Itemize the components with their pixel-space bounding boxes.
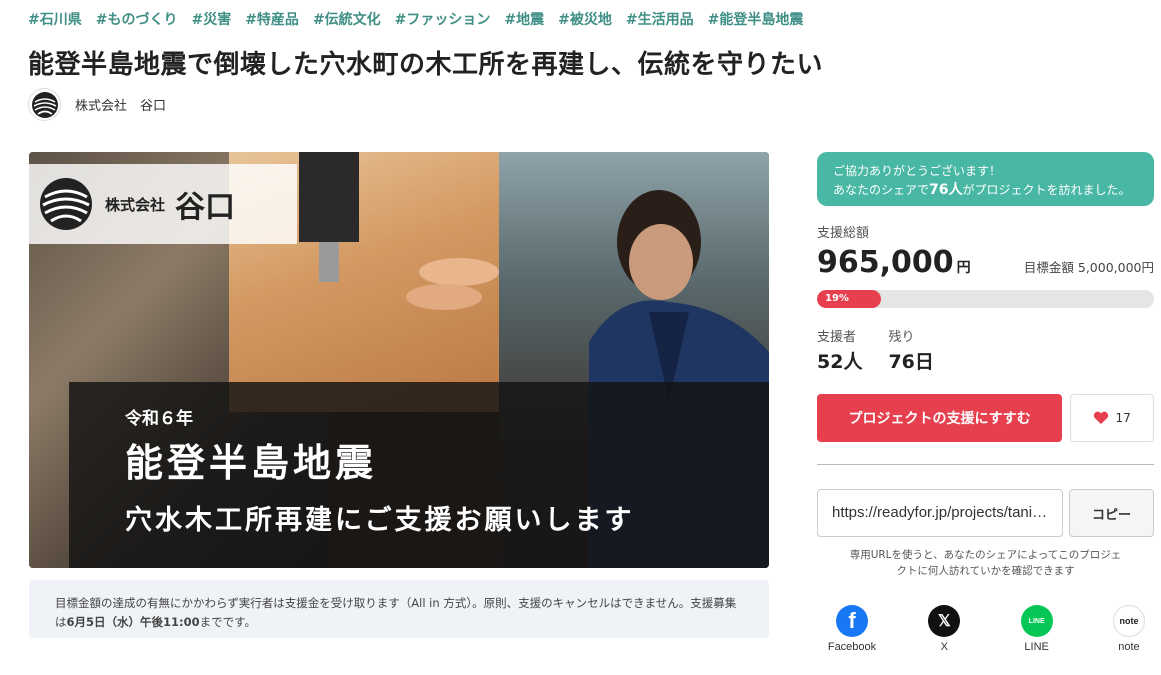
share-x[interactable]: 𝕏 X — [919, 605, 969, 653]
sns-label: X — [940, 641, 948, 653]
line-icon: LINE — [1020, 605, 1053, 637]
tag[interactable]: #生活用品 — [626, 9, 694, 29]
hero-logo: 株式会社 谷口 — [29, 164, 297, 244]
funding-notice: 目標金額の達成の有無にかかわらず実行者は支援金を受け取ります（All in 方式… — [29, 580, 769, 638]
hero-tagline: 穴水木工所再建にご支援お願いします — [125, 505, 635, 536]
amount-row: 965,000 円 目標金額 5,000,000円 — [817, 245, 1154, 280]
cta-row: プロジェクトの支援にすすむ 17 — [817, 394, 1154, 442]
currency-unit: 円 — [956, 260, 971, 276]
share-line[interactable]: LINE LINE — [1012, 605, 1062, 653]
heart-icon — [1094, 411, 1109, 424]
divider — [817, 464, 1154, 465]
avatar[interactable] — [28, 88, 61, 121]
share-thanks-banner: ご協力ありがとうございます！ あなたのシェアで76人がプロジェクトを訪れました。 — [817, 152, 1154, 206]
owner-logo-icon — [31, 91, 58, 118]
visitor-count: 76人 — [929, 182, 963, 198]
supporters-stat: 支援者 52人 — [817, 326, 862, 374]
hero-logo-name: 谷口 — [175, 190, 236, 225]
support-project-button[interactable]: プロジェクトの支援にすすむ — [817, 394, 1063, 442]
total-amount: 965,000 円 — [817, 245, 971, 280]
x-icon: 𝕏 — [928, 605, 961, 637]
favorite-count: 17 — [1115, 411, 1131, 425]
remaining-stat: 残り 76日 — [888, 326, 933, 374]
sns-share-list: f Facebook 𝕏 X LINE LINE note note — [817, 605, 1154, 653]
page-title: 能登半島地震で倒壊した穴水町の木工所を再建し、伝統を守りたい — [28, 50, 824, 80]
tag[interactable]: #地震 — [504, 9, 544, 29]
remaining-value: 76日 — [888, 351, 934, 373]
thanks-line2: あなたのシェアで76人がプロジェクトを訪れました。 — [833, 182, 1131, 198]
tag[interactable]: #伝統文化 — [313, 9, 381, 29]
share-url-field[interactable]: https://readyfor.jp/projects/taniguchi-a… — [817, 489, 1063, 537]
note-icon: note — [1112, 605, 1145, 637]
tag[interactable]: #ものづくり — [96, 9, 178, 29]
tag[interactable]: #ファッション — [395, 9, 491, 29]
total-label: 支援総額 — [817, 226, 870, 241]
share-facebook[interactable]: f Facebook — [827, 605, 877, 653]
owner-name[interactable]: 株式会社 谷口 — [75, 95, 166, 114]
hero-headline: 能登半島地震 — [125, 440, 378, 485]
share-note: 専用URLを使うと、あなたのシェアによってこのプロジェクトに何人訪れていかを確認… — [849, 549, 1122, 577]
tag[interactable]: #特産品 — [245, 9, 299, 29]
tag[interactable]: #災害 — [191, 9, 231, 29]
progress-fill: 19% — [817, 290, 882, 308]
stats-row: 支援者 52人 残り 76日 — [817, 326, 1154, 374]
share-url-row: https://readyfor.jp/projects/taniguchi-a… — [817, 489, 1154, 537]
notice-text-end: までです。 — [199, 615, 256, 629]
goal-amount: 目標金額 5,000,000円 — [1023, 260, 1154, 275]
hero-subtitle: 令和６年 — [125, 409, 193, 429]
copy-button[interactable]: コピー — [1069, 489, 1154, 537]
tag[interactable]: #被災地 — [558, 9, 612, 29]
support-sidebar: ご協力ありがとうございます！ あなたのシェアで76人がプロジェクトを訪れました。… — [817, 152, 1154, 653]
project-owner[interactable]: 株式会社 谷口 — [28, 88, 166, 121]
favorite-button[interactable]: 17 — [1070, 394, 1154, 442]
tag[interactable]: #石川県 — [28, 9, 82, 29]
share-note[interactable]: note note — [1104, 605, 1154, 653]
notice-deadline: 6月5日（水）午後11:00 — [66, 615, 200, 629]
hero-image: 株式会社 谷口 令和６年 能登半島地震 穴水木工所再建にご支援お願いします — [29, 152, 769, 568]
supporters-value: 52人 — [817, 351, 863, 373]
hero-logo-company: 株式会社 — [105, 195, 166, 214]
remaining-label: 残り — [888, 330, 915, 345]
facebook-icon: f — [836, 605, 868, 637]
sns-label: LINE — [1024, 641, 1049, 653]
progress-bar: 19% — [817, 290, 1154, 308]
sns-label: Facebook — [827, 641, 877, 653]
supporters-label: 支援者 — [817, 330, 857, 345]
thanks-line1: ご協力ありがとうございます！ — [833, 164, 1002, 178]
tag[interactable]: #能登半島地震 — [708, 9, 804, 29]
tag-list: #石川県 #ものづくり #災害 #特産品 #伝統文化 #ファッション #地震 #… — [28, 9, 803, 29]
company-logo-icon — [40, 178, 92, 230]
sns-label: note — [1118, 641, 1140, 653]
